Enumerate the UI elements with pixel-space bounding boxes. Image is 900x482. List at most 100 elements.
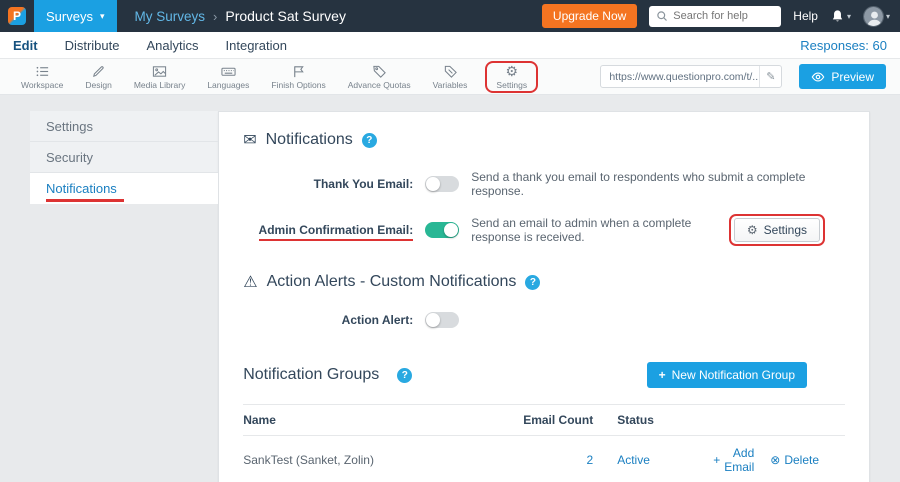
action-alerts-section-header: ⚠ Action Alerts - Custom Notifications ? [243,272,845,292]
design-icon [91,64,106,79]
toolbar-item-settings[interactable]: ⚙ Settings [492,64,531,90]
help-icon[interactable]: ? [525,275,540,290]
avatar [863,6,884,27]
tab-analytics[interactable]: Analytics [146,38,198,53]
toolbar-item-label: Settings [496,80,527,90]
section-title: Notifications [266,131,353,149]
notification-groups-table: Name Email Count Status SankTest (Sanket… [243,404,845,482]
survey-navbar: Edit Distribute Analytics Integration Re… [0,32,900,59]
group-status[interactable]: Active [617,453,650,467]
notifications-section-header: ✉ Notifications ? [243,130,845,150]
toolbar-item-label: Advance Quotas [348,80,411,90]
finish-options-icon [291,64,306,79]
languages-icon [221,64,236,79]
variables-icon [443,64,458,79]
toolbar-item-workspace[interactable]: Workspace [14,64,70,90]
chevron-down-icon: ▾ [847,12,851,21]
breadcrumb: My Surveys › Product Sat Survey [135,8,346,24]
sidebar-item-label: Security [46,150,93,165]
toolbar-item-label: Design [85,80,111,90]
admin-confirmation-email-label: Admin Confirmation Email: [243,223,413,237]
notification-groups-header: Notification Groups ? + New Notification… [243,362,845,388]
row-actions: + Add Email ⊗ Delete [713,446,845,474]
sidebar-item-security[interactable]: Security [30,142,218,173]
warning-icon: ⚠ [243,272,257,292]
help-search[interactable] [649,6,781,27]
toolbar-item-languages[interactable]: Languages [200,64,256,90]
media-library-icon [152,64,167,79]
admin-confirmation-email-row: Admin Confirmation Email: Send an email … [243,214,845,246]
surveys-dropdown[interactable]: Surveys ▾ [34,0,117,32]
search-input[interactable] [673,10,774,22]
sidebar-item-notifications[interactable]: Notifications [30,173,218,204]
thank-you-email-toggle[interactable] [425,176,459,192]
plus-icon: + [659,368,666,382]
add-email-link[interactable]: + Add Email [713,446,754,474]
content-area: Settings Security Notifications ✉ Notifi… [0,95,900,482]
toolbar-item-label: Variables [433,80,468,90]
notifications-bell[interactable]: ▾ [830,9,851,24]
add-email-label: Add Email [724,446,754,474]
topbar: P Surveys ▾ My Surveys › Product Sat Sur… [0,0,900,32]
chevron-down-icon: ▾ [100,11,105,22]
survey-url-box[interactable]: https://www.questionpro.com/t/... ✎ [600,65,782,88]
surveys-dropdown-label: Surveys [46,9,93,24]
toolbar-item-advance-quotas[interactable]: Advance Quotas [341,64,418,90]
envelope-icon: ✉ [243,130,256,150]
toolbar-item-label: Workspace [21,80,63,90]
new-notification-group-button[interactable]: + New Notification Group [647,362,807,388]
sidebar-item-label: Settings [46,119,93,134]
toolbar-item-label: Finish Options [271,80,325,90]
section-title: Action Alerts - Custom Notifications [267,273,517,291]
help-icon[interactable]: ? [362,133,377,148]
preview-button-label: Preview [831,70,874,84]
sidebar-item-settings[interactable]: Settings [30,111,218,142]
plus-icon: + [713,453,720,467]
table-row: SankTest (Sanket, Zolin) 2 Active + Add … [243,436,845,482]
tab-distribute[interactable]: Distribute [65,38,120,53]
account-menu[interactable]: ▾ [863,6,890,27]
breadcrumb-my-surveys[interactable]: My Surveys [135,9,206,24]
toolbar-item-design[interactable]: Design [78,64,118,90]
help-icon[interactable]: ? [397,368,412,383]
edit-toolbar: Workspace Design Media Library Languages… [0,59,900,95]
admin-confirmation-email-toggle[interactable] [425,222,459,238]
thank-you-email-description: Send a thank you email to respondents wh… [471,170,845,198]
settings-gear-icon: ⚙ [506,64,519,79]
edit-url-pencil-icon[interactable]: ✎ [759,66,781,87]
chevron-down-icon: ▾ [886,12,890,21]
advance-quotas-icon [372,64,387,79]
section-title: Notification Groups [243,366,379,384]
header-status: Status [593,413,713,427]
toolbar-item-media-library[interactable]: Media Library [127,64,193,90]
responses-count[interactable]: Responses: 60 [800,38,887,53]
workspace-icon [35,64,50,79]
table-header-row: Name Email Count Status [243,404,845,436]
upgrade-now-button[interactable]: Upgrade Now [542,4,637,28]
toolbar-item-variables[interactable]: Variables [426,64,475,90]
header-name: Name [243,413,503,427]
group-name: SankTest (Sanket, Zolin) [243,453,503,467]
toolbar-item-label: Media Library [134,80,186,90]
preview-button[interactable]: Preview [799,64,886,89]
action-alert-toggle[interactable] [425,312,459,328]
group-email-count-link[interactable]: 2 [587,453,594,467]
toggle-knob [444,223,458,237]
new-group-button-label: New Notification Group [672,368,795,382]
tab-integration[interactable]: Integration [226,38,287,53]
gear-icon: ⚙ [747,223,758,237]
admin-email-settings-button[interactable]: ⚙ Settings [734,218,820,242]
settings-sidebar: Settings Security Notifications [30,111,218,204]
action-alert-row: Action Alert: [243,308,845,332]
delete-link[interactable]: ⊗ Delete [770,446,819,474]
header-email-count: Email Count [503,413,593,427]
help-link[interactable]: Help [793,9,818,23]
page: P Surveys ▾ My Surveys › Product Sat Sur… [0,0,900,482]
search-icon [656,10,668,22]
action-alert-label: Action Alert: [243,313,413,327]
annotation-settings-button: ⚙ Settings [729,214,825,246]
toolbar-item-finish-options[interactable]: Finish Options [264,64,332,90]
page-title: Product Sat Survey [225,8,346,24]
tab-edit[interactable]: Edit [13,38,38,53]
questionpro-logo[interactable]: P [8,7,26,25]
